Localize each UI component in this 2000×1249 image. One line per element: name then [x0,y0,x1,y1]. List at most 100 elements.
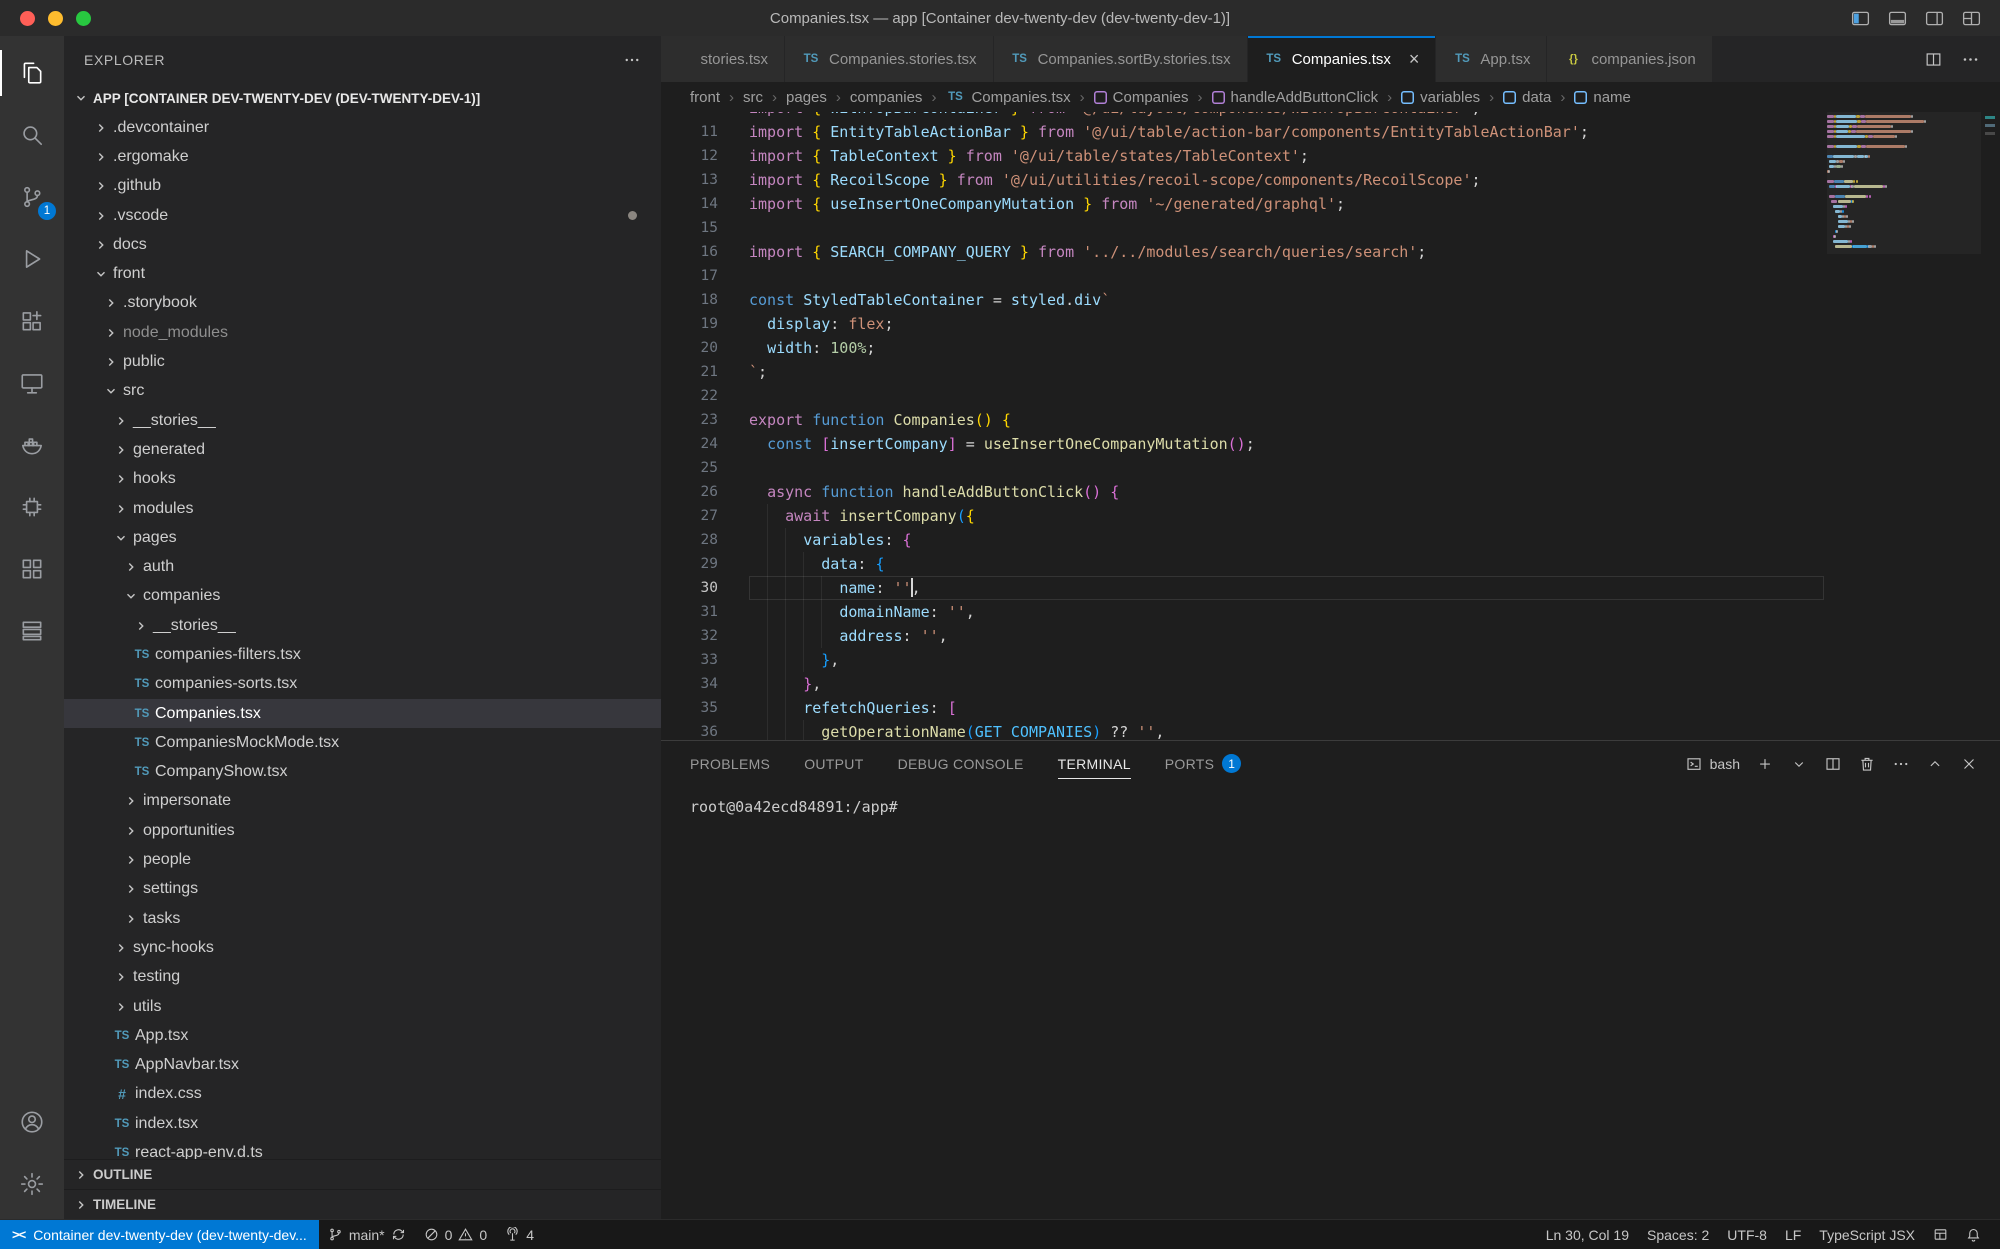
code-line-18[interactable]: 18const StyledTableContainer = styled.di… [661,288,2000,312]
breadcrumb-item[interactable]: src [743,89,763,106]
encoding-status[interactable]: UTF-8 [1718,1220,1776,1249]
tree-folder-testing[interactable]: testing [64,963,661,992]
tree-folder-auth[interactable]: auth [64,552,661,581]
activity-settings-button[interactable] [0,1153,64,1215]
language-mode-status[interactable]: TypeScript JSX [1810,1220,1924,1249]
customize-layout-icon[interactable] [1961,8,1982,29]
tab-companies.json[interactable]: {}companies.json [1547,36,1712,82]
workspace-section-header[interactable]: APP [CONTAINER DEV-TWENTY-DEV (DEV-TWENT… [64,83,661,113]
close-panel-icon[interactable] [1960,755,1978,773]
tree-folder-people[interactable]: people [64,845,661,874]
minimap-slider[interactable] [1827,112,1981,254]
activity-docker-button[interactable] [0,414,64,476]
remote-indicator[interactable]: >< Container dev-twenty-dev (dev-twenty-… [0,1220,319,1249]
activity-explorer-button[interactable] [0,42,64,104]
terminal-shell-selector[interactable]: bash [1685,755,1740,773]
breadcrumb-item[interactable]: handleAddButtonClick [1212,89,1379,106]
code-line-24[interactable]: 24 const [insertCompany] = useInsertOneC… [661,432,2000,456]
code-line-14[interactable]: 14import { useInsertOneCompanyMutation }… [661,192,2000,216]
terminal[interactable]: root@0a42ecd84891:/app# [661,786,2000,1219]
tree-folder-modules[interactable]: modules [64,494,661,523]
code-line-21[interactable]: 21`; [661,360,2000,384]
toggle-secondary-sidebar-icon[interactable] [1924,8,1945,29]
tree-file-companies-filters.tsx[interactable]: TScompanies-filters.tsx [64,640,661,669]
tree-file-CompanyShow.tsx[interactable]: TSCompanyShow.tsx [64,758,661,787]
activity-extensions-button[interactable] [0,290,64,352]
indentation-status[interactable]: Spaces: 2 [1638,1220,1718,1249]
close-window-button[interactable] [20,11,35,26]
tree-folder-.vscode[interactable]: .vscode [64,201,661,230]
minimap[interactable] [1827,112,1981,740]
tree-folder-src[interactable]: src [64,377,661,406]
code-line-36[interactable]: 36 getOperationName(GET_COMPANIES) ?? ''… [661,720,2000,740]
code-line-28[interactable]: 28 variables: { [661,528,2000,552]
maximize-panel-icon[interactable] [1926,755,1944,773]
tree-folder-sync-hooks[interactable]: sync-hooks [64,933,661,962]
new-terminal-icon[interactable] [1756,755,1774,773]
tree-file-App.tsx[interactable]: TSApp.tsx [64,1021,661,1050]
split-editor-icon[interactable] [1924,50,1943,69]
code-line-33[interactable]: 33 }, [661,648,2000,672]
breadcrumb-item[interactable]: Companies [1094,89,1189,106]
code-line-30[interactable]: 30 name: '', [661,576,2000,600]
tree-folder-.storybook[interactable]: .storybook [64,289,661,318]
terminal-dropdown-icon[interactable] [1790,755,1808,773]
code-line-15[interactable]: 15 [661,216,2000,240]
code-line-17[interactable]: 17 [661,264,2000,288]
breadcrumb-item[interactable]: pages [786,89,827,106]
more-actions-icon[interactable] [623,51,641,69]
split-terminal-icon[interactable] [1824,755,1842,773]
tree-folder-__stories__[interactable]: __stories__ [64,406,661,435]
code-line-34[interactable]: 34 }, [661,672,2000,696]
breadcrumb-item[interactable]: name [1574,89,1631,106]
code-line-23[interactable]: 23export function Companies() { [661,408,2000,432]
tab-Companies.stories.tsx[interactable]: TSCompanies.stories.tsx [785,36,994,82]
panel-tab-debug-console[interactable]: DEBUG CONSOLE [898,741,1024,786]
panel-tab-terminal[interactable]: TERMINAL [1058,741,1131,786]
tree-file-CompaniesMockMode.tsx[interactable]: TSCompaniesMockMode.tsx [64,728,661,757]
breadcrumb-item[interactable]: front [690,89,720,106]
sidebar-section-outline[interactable]: OUTLINE [64,1159,661,1189]
editor-more-actions-icon[interactable] [1961,50,1980,69]
branch-status[interactable]: main* [319,1220,415,1249]
activity-accounts-button[interactable] [0,1091,64,1153]
kill-terminal-icon[interactable] [1858,755,1876,773]
code-line-12[interactable]: 12import { TableContext } from '@/ui/tab… [661,144,2000,168]
tree-file-Companies.tsx[interactable]: TSCompanies.tsx [64,699,661,728]
tree-file-index.tsx[interactable]: TSindex.tsx [64,1109,661,1138]
tree-folder-.ergomake[interactable]: .ergomake [64,142,661,171]
toggle-primary-sidebar-icon[interactable] [1850,8,1871,29]
breadcrumb-item[interactable]: companies [850,89,923,106]
tree-folder-__stories__[interactable]: __stories__ [64,611,661,640]
code-line-11[interactable]: 11import { EntityTableActionBar } from '… [661,120,2000,144]
code-line-32[interactable]: 32 address: '', [661,624,2000,648]
tab-Companies.tsx[interactable]: TSCompanies.tsx× [1248,36,1437,82]
tree-folder-generated[interactable]: generated [64,435,661,464]
code-line-26[interactable]: 26 async function handleAddButtonClick()… [661,480,2000,504]
sidebar-section-timeline[interactable]: TIMELINE [64,1189,661,1219]
code-line-16[interactable]: 16import { SEARCH_COMPANY_QUERY } from '… [661,240,2000,264]
tree-folder-hooks[interactable]: hooks [64,465,661,494]
close-icon[interactable]: × [1409,50,1420,68]
code-line-22[interactable]: 22 [661,384,2000,408]
activity-remote-explorer-button[interactable] [0,352,64,414]
tree-folder-pages[interactable]: pages [64,523,661,552]
activity-remote-targets-button[interactable] [0,600,64,662]
breadcrumb-item[interactable]: data [1503,89,1551,106]
code-line-27[interactable]: 27 await insertCompany({ [661,504,2000,528]
problems-status[interactable]: 0 0 [415,1220,497,1249]
tree-file-AppNavbar.tsx[interactable]: TSAppNavbar.tsx [64,1051,661,1080]
tree-folder-node_modules[interactable]: node_modules [64,318,661,347]
code-line-19[interactable]: 19 display: flex; [661,312,2000,336]
tree-folder-utils[interactable]: utils [64,992,661,1021]
notifications-bell-icon[interactable] [1957,1220,1990,1249]
forwarded-ports-status[interactable]: 4 [496,1220,543,1249]
breadcrumb-item[interactable]: TSCompanies.tsx [945,89,1070,106]
tree-file-index.css[interactable]: #index.css [64,1080,661,1109]
tree-folder-impersonate[interactable]: impersonate [64,787,661,816]
cursor-position-status[interactable]: Ln 30, Col 19 [1537,1220,1638,1249]
tree-folder-.github[interactable]: .github [64,172,661,201]
code-line-25[interactable]: 25 [661,456,2000,480]
activity-kubernetes-button[interactable] [0,538,64,600]
overview-ruler[interactable] [1981,112,2000,740]
